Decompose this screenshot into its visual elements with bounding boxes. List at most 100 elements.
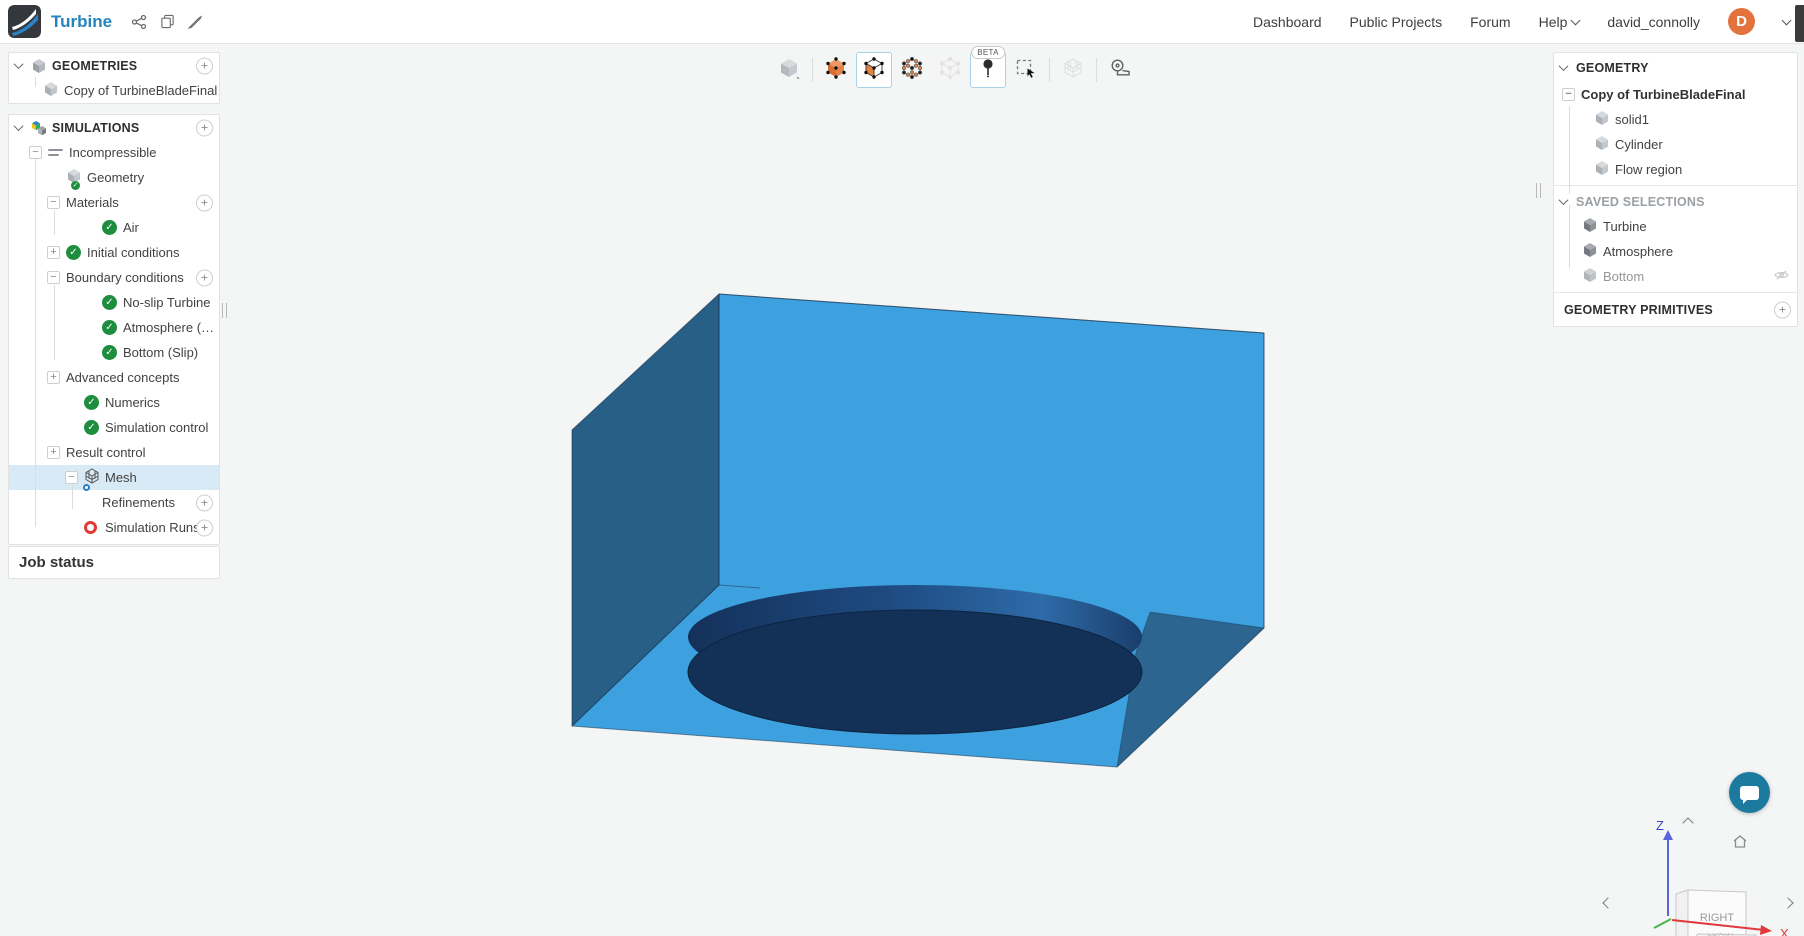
add-button[interactable]: +: [196, 194, 213, 211]
tree-item-mesh[interactable]: − Mesh: [9, 465, 219, 491]
simulations-header[interactable]: SIMULATIONS +: [9, 115, 219, 140]
add-button[interactable]: +: [196, 269, 213, 286]
minus-expander[interactable]: −: [47, 196, 60, 209]
tree-item-boundary-conditions[interactable]: − Boundary conditions +: [9, 265, 219, 290]
nav-dashboard[interactable]: Dashboard: [1253, 14, 1322, 30]
tree-item-air[interactable]: ✓ Air: [9, 215, 219, 240]
tree-item-initial-conditions[interactable]: + ✓ Initial conditions: [9, 240, 219, 265]
mesh-icon: [83, 468, 100, 491]
plus-expander[interactable]: +: [47, 246, 60, 259]
tree-item-geometry[interactable]: ✓ Geometry: [9, 165, 219, 190]
tree-item-simulation-control[interactable]: ✓ Simulation control: [9, 415, 219, 440]
tree-item-materials[interactable]: − Materials +: [9, 190, 219, 215]
mesh-clip-button: [1055, 52, 1091, 88]
box-select-button[interactable]: [1008, 52, 1044, 88]
solid-cube-icon: [1582, 242, 1598, 261]
right-panel-resize-handle[interactable]: [1536, 183, 1541, 198]
chevron-down-icon[interactable]: [1558, 195, 1569, 206]
plus-expander[interactable]: +: [47, 446, 60, 459]
toolbar-separator: [812, 58, 813, 82]
home-view-icon[interactable]: [1732, 834, 1748, 854]
user-menu-chevron-icon[interactable]: [1781, 15, 1792, 25]
chevron-down-icon[interactable]: [13, 59, 24, 70]
face-cube-button[interactable]: [856, 52, 892, 88]
tree-item-bottom-slip[interactable]: ✓ Bottom (Slip): [9, 340, 219, 365]
tree-item-incompressible[interactable]: − Incompressible: [9, 140, 219, 165]
tree-item-result-control[interactable]: + Result control: [9, 440, 219, 465]
geometry-panel: GEOMETRY − Copy of TurbineBladeFinal sol…: [1553, 52, 1798, 327]
saved-selection-turbine[interactable]: Turbine: [1554, 214, 1797, 239]
edit-pencil-icon[interactable]: [182, 9, 208, 35]
avatar[interactable]: D: [1728, 8, 1755, 35]
rotate-right-chevron[interactable]: [1782, 894, 1794, 912]
tree-item-copy-of-turbinebladefinal[interactable]: − Copy of TurbineBladeFinal: [1554, 82, 1797, 107]
geometry-primitives-header[interactable]: GEOMETRY PRIMITIVES +: [1554, 296, 1797, 324]
visibility-off-icon[interactable]: [1774, 269, 1789, 284]
cylinder-cap[interactable]: [687, 609, 1143, 735]
rotate-left-chevron[interactable]: [1602, 894, 1614, 912]
solid-cube-icon: [1582, 217, 1598, 236]
help-menu[interactable]: Help: [1539, 14, 1581, 30]
cube-icon: [1594, 135, 1610, 154]
tree-item-no-slip-turbine[interactable]: ✓ No-slip Turbine: [9, 290, 219, 315]
add-geometry-button[interactable]: +: [196, 57, 213, 74]
duplicate-icon[interactable]: [154, 9, 180, 35]
axis-x-label: X: [1780, 926, 1789, 936]
tree-item-flow-region[interactable]: Flow region: [1554, 157, 1797, 182]
check-icon: ✓: [102, 220, 117, 235]
tree-item-simulation-runs[interactable]: Simulation Runs +: [9, 515, 219, 540]
add-primitive-button[interactable]: +: [1774, 301, 1791, 319]
minus-expander[interactable]: −: [29, 146, 42, 159]
share-icon[interactable]: [126, 9, 152, 35]
model-3d-viewport[interactable]: [0, 0, 1804, 936]
username: david_connolly: [1607, 13, 1700, 30]
flow-region-model[interactable]: [571, 293, 1265, 768]
geometries-header[interactable]: GEOMETRIES +: [9, 53, 219, 78]
minus-expander[interactable]: −: [47, 271, 60, 284]
chat-support-button[interactable]: [1729, 772, 1770, 813]
solid-cube-icon: [824, 56, 848, 85]
probe-pin-button[interactable]: BETA: [970, 46, 1006, 88]
geometry-cube-icon: ✓: [66, 168, 82, 190]
nav-public-projects[interactable]: Public Projects: [1350, 14, 1443, 30]
chevron-down-icon[interactable]: [1558, 61, 1569, 72]
tree-item-atmosphere-custom[interactable]: ✓Atmosphere (custom…: [9, 315, 219, 340]
rotate-up-chevron[interactable]: [1682, 814, 1694, 832]
render-cube-button[interactable]: [771, 52, 807, 88]
check-icon: ✓: [102, 295, 117, 310]
check-icon: ✓: [84, 395, 99, 410]
left-panel-resize-handle[interactable]: [222, 303, 227, 318]
job-status-panel[interactable]: Job status: [8, 546, 220, 579]
tree-item-numerics[interactable]: ✓ Numerics: [9, 390, 219, 415]
simulations-icon: [31, 120, 52, 136]
solid-cube-button[interactable]: [818, 52, 854, 88]
nav-cube[interactable]: RIGHT FRONT: [1675, 889, 1758, 936]
plus-expander[interactable]: +: [47, 371, 60, 384]
box-select-icon: [1014, 56, 1038, 85]
tree-item-advanced-concepts[interactable]: + Advanced concepts: [9, 365, 219, 390]
simscale-logo[interactable]: [8, 5, 41, 38]
nav-forum[interactable]: Forum: [1470, 14, 1510, 30]
cube-icon: [43, 81, 59, 100]
tree-item-copy-of-turbinebladefinal[interactable]: Copy of TurbineBladeFinal: [9, 78, 219, 103]
measure-tape-button[interactable]: [1102, 52, 1138, 88]
vertex-cube-button[interactable]: [894, 52, 930, 88]
geometry-header[interactable]: GEOMETRY: [1554, 53, 1797, 82]
toolbar-separator: [1049, 58, 1050, 82]
mesh-clip-icon: [1061, 56, 1085, 85]
saved-selections-header[interactable]: SAVED SELECTIONS: [1554, 189, 1797, 214]
add-simulation-button[interactable]: +: [196, 119, 213, 136]
probe-pin-icon: [976, 56, 1000, 85]
tree-item-refinements[interactable]: Refinements +: [9, 490, 219, 515]
saved-selection-atmosphere[interactable]: Atmosphere: [1554, 239, 1797, 264]
chevron-down-icon[interactable]: [13, 121, 24, 132]
minus-expander[interactable]: −: [65, 471, 78, 484]
tree-item-cylinder[interactable]: Cylinder: [1554, 132, 1797, 157]
cube-icon: [1594, 110, 1610, 129]
wireframe-cube-button: [932, 52, 968, 88]
collapse-icon[interactable]: −: [1562, 88, 1575, 101]
add-button[interactable]: +: [196, 494, 213, 511]
tree-item-solid1[interactable]: solid1: [1554, 107, 1797, 132]
add-button[interactable]: +: [196, 519, 213, 536]
saved-selection-bottom[interactable]: Bottom: [1554, 264, 1797, 289]
